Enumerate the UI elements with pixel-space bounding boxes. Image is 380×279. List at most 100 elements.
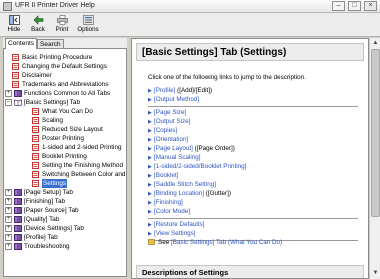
- descriptions-header: Descriptions of Settings: [136, 265, 364, 278]
- tree-item-changing-defaults[interactable]: Changing the Default Settings: [12, 62, 126, 71]
- link-manual-scaling[interactable]: [Manual Scaling]: [154, 154, 201, 161]
- divider: [148, 106, 358, 107]
- help-page-icon: [32, 153, 39, 160]
- tree-item-page-setup-tab[interactable]: + [Page Setup] Tab: [5, 188, 126, 197]
- hide-pane-icon: [8, 15, 20, 25]
- scroll-down-icon[interactable]: ▼: [371, 269, 380, 278]
- tree-item-label: [Paper Source] Tab: [24, 207, 79, 214]
- tree-item-functions-common[interactable]: + Functions Common to All Tabs: [5, 89, 126, 98]
- link-finishing[interactable]: [Finishing]: [154, 199, 183, 206]
- tree-item-finishing-method[interactable]: Setting the Finishing Method: [32, 161, 126, 170]
- link-row-orientation: ▶ [Orientation]: [148, 135, 188, 144]
- closed-book-icon: [14, 243, 22, 250]
- tree-item-what-you-can-do[interactable]: What You Can Do: [32, 107, 126, 116]
- scroll-thumb[interactable]: [371, 49, 380, 217]
- tree-item-label: Trademarks and Abbreviations: [22, 81, 109, 88]
- help-page-icon: [12, 72, 19, 79]
- tree-item-label: [Quality] Tab: [24, 216, 60, 223]
- back-label: Back: [31, 26, 45, 33]
- link-page-layout[interactable]: [Page Layout]: [154, 145, 193, 152]
- help-page-icon: [32, 144, 39, 151]
- link-color-mode[interactable]: [Color Mode]: [154, 208, 190, 215]
- expand-icon[interactable]: +: [5, 198, 12, 205]
- tree-item-poster-printing[interactable]: Poster Printing: [32, 134, 126, 143]
- tree-item-profile-tab[interactable]: + [Profile] Tab: [5, 233, 126, 242]
- open-book-icon: [14, 99, 22, 106]
- link-row-finishing: ▶ [Finishing]: [148, 198, 183, 207]
- expand-icon[interactable]: +: [5, 207, 12, 214]
- see-also-line: See [Basic Settings] Tab (What You Can D…: [148, 239, 282, 246]
- link-booklet[interactable]: [Booklet]: [154, 172, 179, 179]
- tree-item-paper-source-tab[interactable]: + [Paper Source] Tab: [5, 206, 126, 215]
- help-page-icon: [32, 135, 39, 142]
- link-saddle-stitch[interactable]: [Saddle Stitch Setting]: [154, 181, 216, 188]
- help-page-icon: [32, 108, 39, 115]
- link-output-method[interactable]: [Output Method]: [154, 96, 199, 103]
- link-row-color-mode: ▶ [Color Mode]: [148, 207, 190, 216]
- intro-text: Click one of the following links to jump…: [148, 74, 306, 81]
- expand-icon[interactable]: +: [5, 234, 12, 241]
- link-what-you-can-do[interactable]: [Basic Settings] Tab (What You Can Do): [171, 239, 282, 246]
- tab-contents[interactable]: Contents: [5, 38, 38, 49]
- tree-item-label: [Basic Settings] Tab: [24, 99, 81, 106]
- tree-item-trademarks[interactable]: Trademarks and Abbreviations: [12, 80, 126, 89]
- link-profile[interactable]: [Profile]: [154, 87, 175, 94]
- closed-book-icon: [14, 198, 22, 205]
- tree-item-label: Scaling: [42, 117, 63, 124]
- link-row-output-size: ▶ [Output Size]: [148, 117, 190, 126]
- tree-item-device-settings-tab[interactable]: + [Device Settings] Tab: [5, 224, 126, 233]
- closed-book-icon: [14, 216, 22, 223]
- tree-item-settings[interactable]: Settings: [32, 179, 126, 188]
- back-button[interactable]: Back: [27, 15, 49, 36]
- tree-item-troubleshooting[interactable]: + Troubleshooting: [5, 242, 126, 251]
- tree-item-label: [Finishing] Tab: [24, 198, 66, 205]
- tree-item-basic-settings-tab[interactable]: – [Basic Settings] Tab: [5, 98, 126, 107]
- content-scrollbar[interactable]: ▲ ▼: [369, 38, 380, 279]
- window-controls: – □ ×: [332, 1, 377, 12]
- expand-icon[interactable]: +: [5, 225, 12, 232]
- options-button[interactable]: Options: [75, 15, 101, 36]
- link-restore-defaults[interactable]: [Restore Defaults]: [154, 221, 204, 228]
- link-page-size[interactable]: [Page Size]: [154, 109, 186, 116]
- print-button[interactable]: Print: [51, 15, 73, 36]
- close-button[interactable]: ×: [364, 1, 377, 11]
- link-view-settings[interactable]: [View Settings]: [154, 230, 196, 237]
- tree-item-label: [Page Setup] Tab: [24, 189, 73, 196]
- link-row-copies: ▶ [Copies]: [148, 126, 177, 135]
- tree-item-reduced-size[interactable]: Reduced Size Layout: [32, 125, 126, 134]
- link-binding-location[interactable]: [Binding Location]: [154, 190, 204, 197]
- tree-item-quality-tab[interactable]: + [Quality] Tab: [5, 215, 126, 224]
- link-suffix: ([Gutter]): [204, 190, 232, 197]
- descriptions-title: Descriptions of Settings: [142, 268, 229, 277]
- tree-item-booklet-printing[interactable]: Booklet Printing: [32, 152, 126, 161]
- help-page-icon: [32, 126, 39, 133]
- help-page-icon: [12, 54, 19, 61]
- collapse-icon[interactable]: –: [5, 99, 12, 106]
- tree-item-scaling[interactable]: Scaling: [32, 116, 126, 125]
- link-one-two-booklet[interactable]: [1-sided/2-sided/Booklet Printing]: [154, 163, 246, 170]
- tree-item-basic-printing[interactable]: Basic Printing Procedure: [12, 53, 126, 62]
- tree-item-label: Changing the Default Settings: [22, 63, 107, 70]
- expand-icon[interactable]: +: [5, 189, 12, 196]
- link-row-page-size: ▶ [Page Size]: [148, 108, 186, 117]
- link-copies[interactable]: [Copies]: [154, 127, 177, 134]
- expand-icon[interactable]: +: [5, 90, 12, 97]
- tree-item-label: [Profile] Tab: [24, 234, 58, 241]
- tree-item-switching-color[interactable]: Switching Between Color and: [32, 170, 126, 179]
- expand-icon[interactable]: +: [5, 243, 12, 250]
- expand-icon[interactable]: +: [5, 216, 12, 223]
- book-link-icon: [148, 239, 155, 245]
- maximize-button[interactable]: □: [348, 1, 361, 11]
- link-orientation[interactable]: [Orientation]: [154, 136, 188, 143]
- link-output-size[interactable]: [Output Size]: [154, 118, 190, 125]
- back-arrow-icon: [33, 15, 43, 25]
- tree-item-disclaimer[interactable]: Disclaimer: [12, 71, 126, 80]
- minimize-button[interactable]: –: [332, 1, 345, 11]
- scroll-up-icon[interactable]: ▲: [371, 39, 380, 48]
- hide-button[interactable]: Hide: [3, 15, 25, 36]
- printer-icon: [56, 15, 68, 25]
- link-row-page-layout: ▶ [Page Layout] ([Page Order]): [148, 144, 235, 153]
- tree-item-one-two-sided[interactable]: 1-sided and 2-sided Printing: [32, 143, 126, 152]
- print-label: Print: [55, 26, 69, 33]
- tree-item-finishing-tab[interactable]: + [Finishing] Tab: [5, 197, 126, 206]
